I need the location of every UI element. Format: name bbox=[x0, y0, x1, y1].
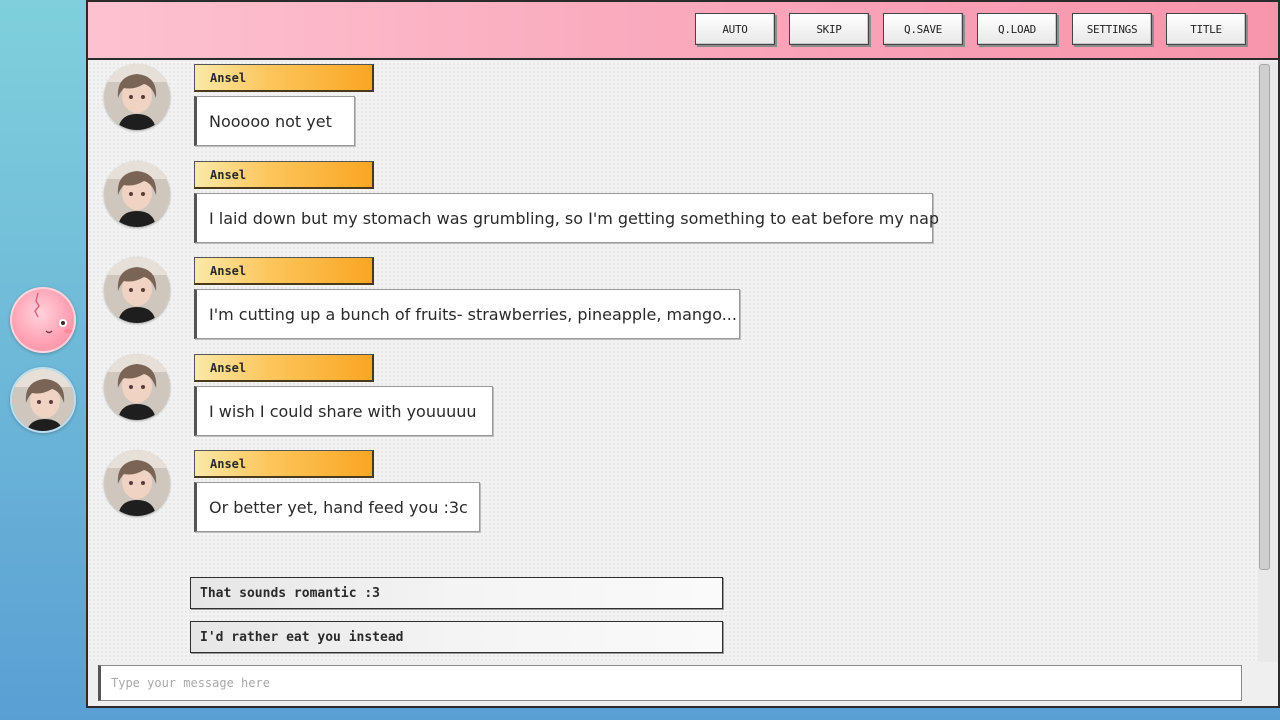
top-toolbar: AUTO SKIP Q.SAVE Q.LOAD SETTINGS TITLE bbox=[88, 2, 1278, 60]
settings-button[interactable]: SETTINGS bbox=[1072, 13, 1152, 45]
sender-name-tag: Ansel bbox=[194, 450, 374, 478]
sender-name-tag: Ansel bbox=[194, 354, 374, 382]
reply-choice-button[interactable]: I'd rather eat you instead bbox=[190, 621, 723, 653]
chat-window: AUTO SKIP Q.SAVE Q.LOAD SETTINGS TITLE A… bbox=[86, 0, 1280, 708]
quick-save-button[interactable]: Q.SAVE bbox=[883, 13, 963, 45]
scrollbar-thumb[interactable] bbox=[1259, 64, 1270, 570]
ansel-avatar-icon bbox=[104, 450, 170, 516]
contacts-rail bbox=[0, 0, 86, 720]
auto-button[interactable]: AUTO bbox=[695, 13, 775, 45]
message-input[interactable] bbox=[98, 665, 1242, 701]
message-bubble: Nooooo not yet bbox=[194, 96, 355, 146]
skip-button[interactable]: SKIP bbox=[789, 13, 869, 45]
quick-load-button[interactable]: Q.LOAD bbox=[977, 13, 1057, 45]
sender-name-tag: Ansel bbox=[194, 64, 374, 92]
message-bubble: I wish I could share with youuuuu bbox=[194, 386, 493, 436]
ansel-avatar-icon bbox=[104, 161, 170, 227]
message-bubble: Or better yet, hand feed you :3c bbox=[194, 482, 480, 532]
ansel-avatar-icon bbox=[104, 257, 170, 323]
sender-name-tag: Ansel bbox=[194, 161, 374, 189]
reply-choice-button[interactable]: That sounds romantic :3 bbox=[190, 577, 723, 609]
chat-scrollbar[interactable] bbox=[1258, 62, 1278, 662]
message-bubble: I'm cutting up a bunch of fruits- strawb… bbox=[194, 289, 740, 339]
ansel-avatar-icon[interactable] bbox=[10, 367, 76, 433]
message-log: Ansel Nooooo not yet Ansel I laid down b… bbox=[88, 62, 1258, 662]
message-bubble: I laid down but my stomach was grumbling… bbox=[194, 193, 939, 243]
sender-name-tag: Ansel bbox=[194, 257, 374, 285]
ansel-avatar-icon bbox=[104, 64, 170, 130]
title-button[interactable]: TITLE bbox=[1166, 13, 1246, 45]
pink-blob-avatar-icon[interactable] bbox=[10, 287, 76, 353]
message-input-area bbox=[88, 662, 1278, 706]
ansel-avatar-icon bbox=[104, 354, 170, 420]
